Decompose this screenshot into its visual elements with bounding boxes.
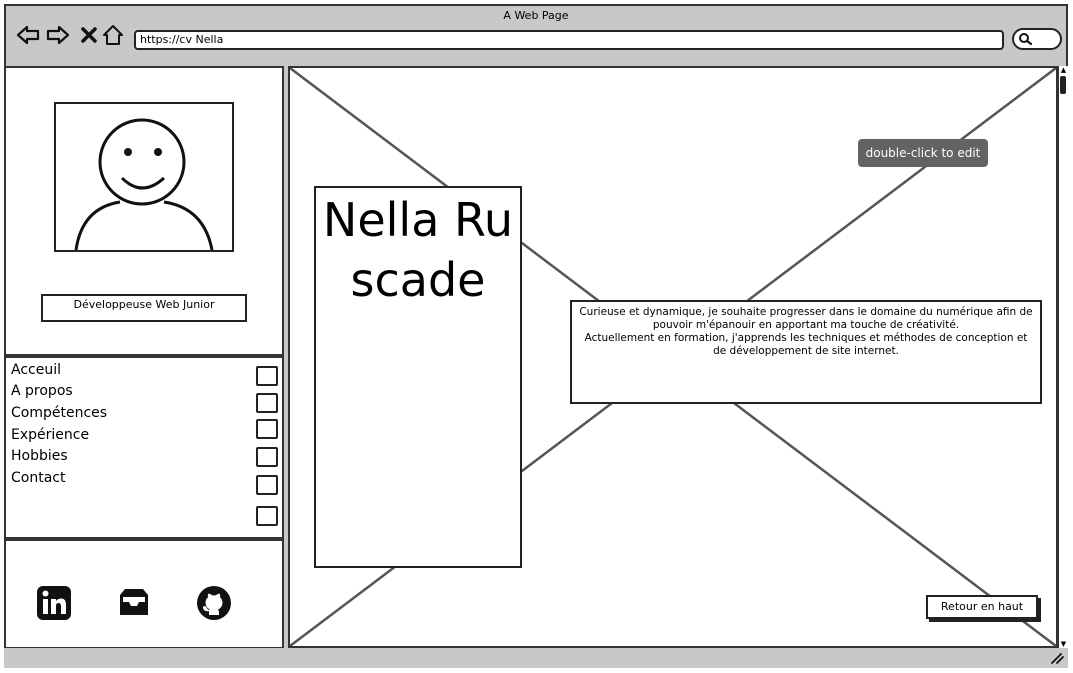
forward-arrow-icon[interactable]: [46, 24, 70, 51]
profile-panel: Développeuse Web Junior: [4, 66, 284, 356]
nav-checkbox[interactable]: [256, 447, 278, 467]
github-icon[interactable]: [196, 585, 232, 625]
nav-item-a-propos[interactable]: A propos: [11, 382, 73, 400]
bio-text: Curieuse et dynamique, je souhaite progr…: [570, 300, 1042, 404]
linkedin-icon[interactable]: [36, 585, 72, 625]
search-icon: [1019, 33, 1033, 46]
nav-item-hobbies[interactable]: Hobbies: [11, 447, 68, 465]
social-links-panel: [4, 539, 284, 649]
nav-checkbox[interactable]: [256, 506, 278, 526]
back-arrow-icon[interactable]: [16, 24, 40, 51]
nav-checkbox[interactable]: [256, 366, 278, 386]
sidebar-navigation: Acceuil A propos Compétences Expérience …: [4, 356, 284, 539]
window-title: A Web Page: [503, 9, 569, 22]
nav-checkbox[interactable]: [256, 419, 278, 439]
bio-paragraph: Curieuse et dynamique, je souhaite progr…: [579, 306, 1033, 357]
vertical-scrollbar[interactable]: ▲ ▼: [1058, 66, 1068, 648]
scroll-down-arrow-icon[interactable]: ▼: [1059, 640, 1068, 648]
job-title-label: Développeuse Web Junior: [41, 294, 247, 322]
url-input[interactable]: https://cv Nella: [134, 30, 1004, 50]
hero-name: Nella Ruscade: [314, 186, 522, 568]
nav-item-acceuil[interactable]: Acceuil: [11, 361, 61, 379]
nav-item-experience[interactable]: Expérience: [11, 426, 89, 444]
scroll-thumb[interactable]: [1060, 76, 1066, 94]
close-x-icon[interactable]: [80, 24, 98, 51]
nav-checkbox[interactable]: [256, 393, 278, 413]
nav-item-contact[interactable]: Contact: [11, 469, 65, 487]
status-bar: [4, 648, 1068, 668]
resize-grip-icon[interactable]: [1050, 652, 1064, 667]
nav-checkbox[interactable]: [256, 475, 278, 495]
edit-tooltip: double-click to edit: [858, 139, 988, 167]
inbox-icon[interactable]: [116, 585, 152, 625]
main-content: Nella Ruscade Curieuse et dynamique, je …: [288, 66, 1058, 648]
nav-item-competences[interactable]: Compétences: [11, 404, 107, 422]
browser-search-field[interactable]: [1012, 28, 1062, 50]
avatar: [54, 102, 234, 252]
back-to-top-button[interactable]: Retour en haut: [926, 595, 1038, 619]
scroll-up-arrow-icon[interactable]: ▲: [1059, 66, 1068, 74]
home-icon[interactable]: [102, 24, 124, 51]
